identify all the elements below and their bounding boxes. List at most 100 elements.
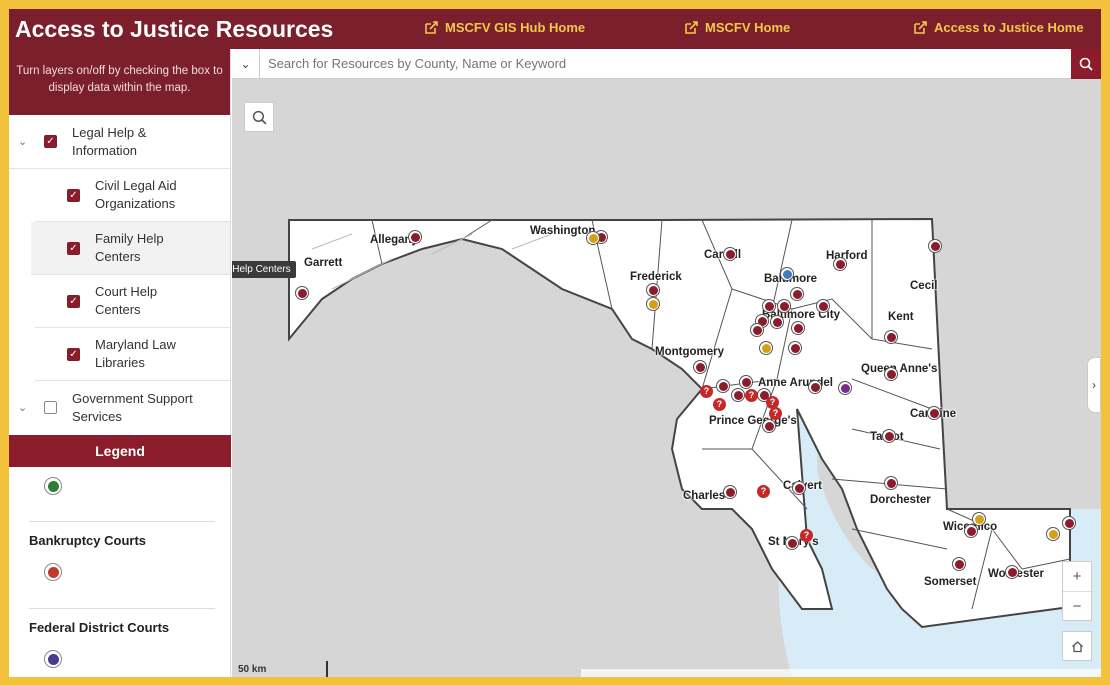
access-justice-home-link-label: Access to Justice Home — [934, 20, 1084, 35]
county-label: Garrett — [304, 257, 343, 269]
layer-label: Legal Help & Information — [72, 125, 147, 158]
chevron-right-icon: › — [1092, 378, 1096, 392]
chevron-down-icon[interactable]: ⌄ — [18, 135, 27, 148]
zoom-in-button[interactable]: + — [1073, 562, 1082, 591]
resource-marker-icon[interactable] — [927, 406, 941, 420]
legend-symbol-icon — [44, 477, 62, 495]
resource-marker-icon[interactable] — [750, 323, 764, 337]
resource-marker-icon[interactable] — [693, 360, 707, 374]
layer-court-help-centers[interactable]: ✓ Court Help Centers — [35, 275, 230, 328]
resource-marker-icon[interactable] — [816, 299, 830, 313]
layer-family-help-centers[interactable]: ✓ Family Help Centers — [31, 222, 230, 275]
layer-checkbox[interactable]: ✓ — [67, 242, 80, 255]
layer-legal-help[interactable]: ⌄ ✓ Legal Help & Information — [9, 115, 230, 169]
resource-marker-icon[interactable] — [586, 231, 600, 245]
county-label: Harford — [826, 250, 868, 262]
resource-marker-icon[interactable] — [884, 367, 898, 381]
help-center-marker-icon[interactable]: ? — [769, 407, 782, 420]
search-icon — [252, 110, 267, 125]
side-panel-toggle[interactable]: › — [1087, 357, 1101, 413]
resource-marker-icon[interactable] — [1062, 516, 1076, 530]
layer-label: Government Support Services — [72, 391, 193, 424]
county-label: Cecil — [910, 280, 938, 292]
layer-checkbox[interactable]: ✓ — [44, 135, 57, 148]
resource-marker-icon[interactable] — [770, 315, 784, 329]
layer-label: Family Help Centers — [95, 231, 164, 264]
gis-hub-link[interactable]: MSCFV GIS Hub Home — [425, 20, 585, 35]
resource-marker-icon[interactable] — [762, 299, 776, 313]
county-label: Kent — [888, 311, 914, 323]
external-link-icon — [685, 21, 698, 34]
resource-marker-icon[interactable] — [646, 283, 660, 297]
county-label: Somerset — [924, 576, 977, 588]
layer-checkbox[interactable]: ✓ — [67, 348, 80, 361]
resource-marker-icon[interactable] — [777, 299, 791, 313]
help-center-marker-icon[interactable]: ? — [757, 485, 770, 498]
home-extent-button[interactable] — [1062, 631, 1092, 661]
resource-marker-icon[interactable] — [723, 485, 737, 499]
resource-marker-icon[interactable] — [788, 341, 802, 355]
resource-marker-icon[interactable] — [928, 239, 942, 253]
help-center-marker-icon[interactable]: ? — [800, 529, 813, 542]
resource-marker-icon[interactable] — [759, 341, 773, 355]
resource-marker-icon[interactable] — [739, 375, 753, 389]
layer-maryland-law-libraries[interactable]: ✓ Maryland Law Libraries — [35, 328, 230, 381]
help-center-marker-icon[interactable]: ? — [713, 398, 726, 411]
layer-label: Civil Legal Aid Organizations — [95, 178, 177, 211]
layer-government-support[interactable]: ⌄ Government Support Services — [9, 381, 230, 435]
map-search-button[interactable] — [244, 102, 274, 132]
resource-marker-icon[interactable] — [408, 230, 422, 244]
layer-civil-legal-aid[interactable]: ✓ Civil Legal Aid Organizations — [35, 169, 230, 222]
resource-marker-icon[interactable] — [790, 287, 804, 301]
resource-marker-icon[interactable] — [1005, 565, 1019, 579]
search-input[interactable] — [260, 49, 1071, 78]
map-view[interactable]: ⌄ › + − Family Help Centers Washington A… — [232, 49, 1101, 677]
resource-marker-icon[interactable] — [964, 524, 978, 538]
resource-marker-icon[interactable] — [884, 330, 898, 344]
search-button[interactable] — [1071, 49, 1101, 79]
layer-label: Court Help Centers — [95, 284, 158, 317]
resource-marker-icon[interactable] — [785, 536, 799, 550]
county-label: Dorchester — [870, 494, 931, 506]
resource-marker-icon[interactable] — [295, 286, 309, 300]
resource-marker-icon[interactable] — [792, 481, 806, 495]
resource-marker-icon[interactable] — [731, 388, 745, 402]
help-center-marker-icon[interactable]: ? — [700, 385, 713, 398]
layer-checkbox[interactable]: ✓ — [67, 295, 80, 308]
resource-marker-icon[interactable] — [1046, 527, 1060, 541]
map-attribution — [581, 669, 1101, 677]
chevron-down-icon[interactable]: ⌄ — [18, 401, 27, 414]
mscfv-home-link[interactable]: MSCFV Home — [685, 20, 790, 35]
external-link-icon — [425, 21, 438, 34]
chevron-down-icon[interactable]: ⌄ — [232, 49, 260, 79]
layer-label: Maryland Law Libraries — [95, 337, 176, 370]
search-icon — [1079, 57, 1093, 71]
app-frame: Access to Justice Resources MSCFV GIS Hu… — [9, 9, 1101, 677]
resource-marker-icon[interactable] — [791, 321, 805, 335]
zoom-out-button[interactable]: − — [1063, 591, 1091, 620]
legend-divider — [29, 521, 215, 522]
resource-marker-icon[interactable] — [780, 267, 794, 281]
resource-marker-icon[interactable] — [884, 476, 898, 490]
layer-checkbox[interactable] — [44, 401, 57, 414]
resource-marker-icon[interactable] — [716, 379, 730, 393]
app-title: Access to Justice Resources — [15, 15, 334, 42]
resource-marker-icon[interactable] — [808, 380, 822, 394]
resource-marker-icon[interactable] — [833, 257, 847, 271]
access-justice-home-link[interactable]: Access to Justice Home — [914, 20, 1084, 35]
legend-header[interactable]: Legend — [9, 435, 231, 467]
resource-marker-icon[interactable] — [952, 557, 966, 571]
mscfv-home-link-label: MSCFV Home — [705, 20, 791, 35]
help-center-marker-icon[interactable]: ? — [745, 389, 758, 402]
layer-checkbox[interactable]: ✓ — [67, 189, 80, 202]
search-bar: ⌄ — [232, 49, 1101, 79]
resource-marker-icon[interactable] — [882, 429, 896, 443]
home-icon — [1071, 640, 1083, 652]
resource-marker-icon[interactable] — [838, 381, 852, 395]
county-label: Prince George's — [709, 415, 797, 427]
layer-list: ⌄ ✓ Legal Help & Information ✓ Civil Leg… — [9, 115, 230, 435]
scale-bar: 50 km — [236, 661, 328, 677]
resource-marker-icon[interactable] — [762, 419, 776, 433]
resource-marker-icon[interactable] — [723, 247, 737, 261]
resource-marker-icon[interactable] — [646, 297, 660, 311]
